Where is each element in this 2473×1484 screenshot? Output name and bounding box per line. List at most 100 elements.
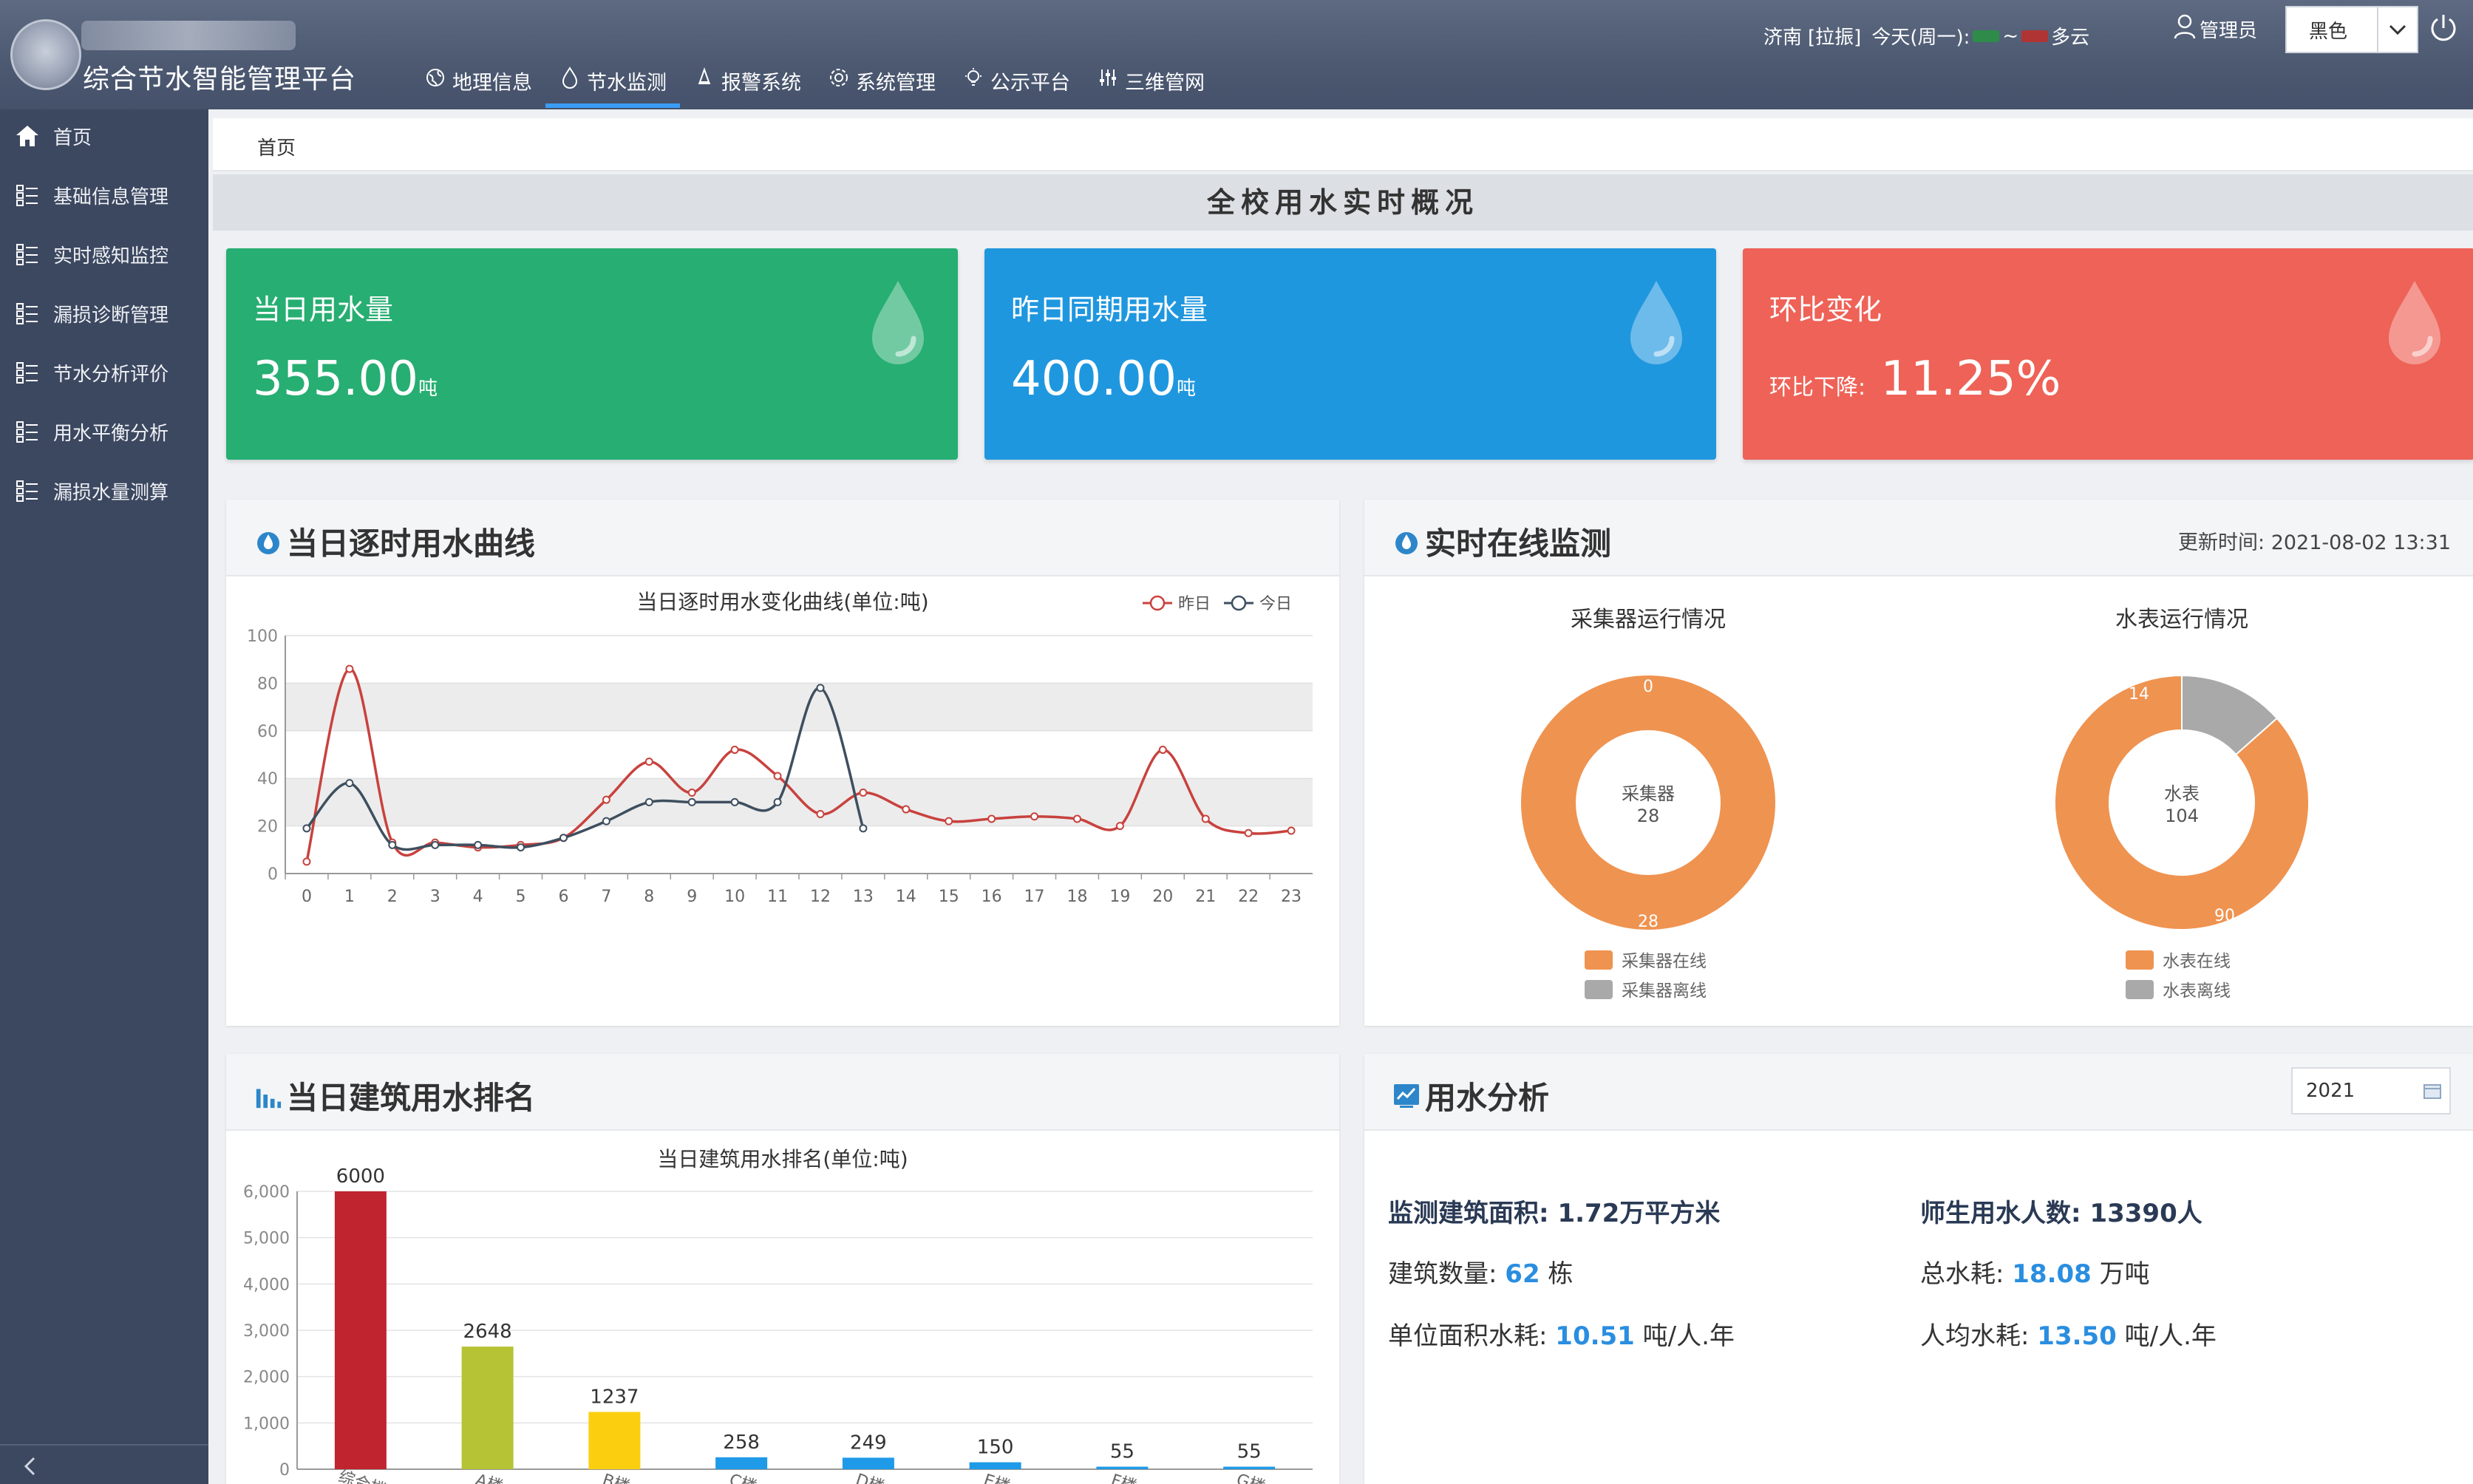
water-drop-icon [254,527,282,556]
breadcrumb-home[interactable]: 首页 [257,133,296,160]
data-point [773,797,782,806]
legend-swatch-offline [1585,980,1613,999]
x-tick-label: A楼 [473,1471,505,1484]
x-tick-label: 6 [558,888,568,906]
stat-people: 师生用水人数: 13390人 [1920,1193,2202,1229]
nav-label: 系统管理 [856,72,936,95]
nav-system[interactable]: 系统管理 [814,62,949,108]
data-point [859,789,868,797]
weather-sep: ~ [2002,24,2019,47]
stat-label: 师生用水人数: [1920,1199,2081,1228]
stat-value: 62 [1505,1259,1540,1289]
weather-aqi: [拉振] [1808,27,1862,49]
nav-3d-pipe[interactable]: 三维管网 [1084,62,1218,108]
kpi-number: 355.00 [253,352,418,406]
bar-value-label: 258 [723,1432,760,1454]
bar [1096,1466,1149,1469]
legend-label: 水表在线 [2163,952,2231,971]
theme-value: 黑色 [2309,20,2348,43]
chart-title: 当日逐时用水变化曲线(单位:吨) [636,590,928,614]
bar [588,1412,641,1469]
data-point [687,797,696,806]
panel-title: 当日逐时用水曲线 [254,519,535,564]
nav-geo-info[interactable]: 地理信息 [411,62,545,108]
power-icon[interactable] [2427,12,2460,44]
data-point [859,824,868,833]
stat-unit: 吨/人.年 [2124,1321,2217,1351]
stat-label: 建筑数量: [1388,1259,1497,1289]
y-tick-label: 6,000 [243,1183,290,1202]
temp-low-blur [1973,30,2000,42]
x-tick-label: 17 [1024,888,1045,906]
x-tick-label: 16 [982,888,1002,906]
x-tick-label: 3 [430,888,440,906]
y-tick-label: 2,000 [243,1369,290,1387]
data-point [1158,746,1167,755]
sidebar-item-realtime[interactable]: 实时感知监控 [0,232,208,276]
stat-unit-area: 单位面积水耗: 10.51 吨/人.年 [1388,1315,1735,1352]
sidebar-footer [0,1444,208,1484]
chevron-left-icon[interactable] [22,1456,38,1480]
stat-label: 监测建筑面积: [1388,1199,1549,1228]
sidebar-item-saving-eval[interactable]: 节水分析评价 [0,350,208,395]
slice-value-online: 90 [2214,907,2235,925]
y-tick-label: 1,000 [243,1415,290,1433]
user-name: 管理员 [2200,20,2258,42]
grid-band [285,778,1313,826]
stat-buildings: 建筑数量: 62 栋 [1388,1253,1573,1290]
nav-public[interactable]: 公示平台 [949,62,1084,108]
y-tick-label: 5,000 [243,1230,290,1248]
data-point [687,789,696,797]
globe-icon [424,67,446,89]
sidebar-item-leak-volume[interactable]: 漏损水量测算 [0,469,208,513]
legend-marker [1149,595,1166,611]
nav-alarm[interactable]: 报警系统 [680,62,814,108]
sidebar-item-basic-info[interactable]: 基础信息管理 [0,173,208,217]
data-point [816,684,825,692]
year-picker[interactable]: 2021 [2291,1067,2451,1114]
x-tick-label: 22 [1238,888,1259,906]
data-point [602,795,610,804]
theme-select[interactable]: 黑色 [2285,6,2418,53]
data-point [773,772,782,780]
data-point [517,843,525,852]
bar [842,1457,894,1469]
water-drop-icon [1623,278,1690,374]
y-tick-label: 0 [279,1461,290,1480]
app-title: 综合节水智能管理平台 [83,64,357,95]
data-point [816,810,825,818]
bar-value-label: 2648 [463,1321,512,1343]
panel-title-text: 当日建筑用水排名 [287,1080,536,1116]
sidebar-item-home[interactable]: 首页 [0,114,208,158]
x-tick-label: 4 [473,888,483,906]
donut-title: 水表运行情况 [2115,607,2248,633]
legend-label: 昨日 [1178,595,1211,613]
building-ranking-bar-chart: 当日建筑用水排名(单位:吨) 0 1,000 2,000 3,000 4,000 5,000… [243,1147,1313,1484]
nav-label: 公示平台 [990,72,1070,95]
sidebar-item-leak-diagnosis[interactable]: 漏损诊断管理 [0,291,208,336]
kpi-change: 环比变化 环比下降: 11.25% [1743,248,2473,460]
breadcrumb: 首页 [213,118,2473,171]
grid-band [285,683,1313,731]
nav-water-monitor[interactable]: 节水监测 [545,62,680,108]
legend-label: 采集器离线 [1622,981,1707,1001]
x-tick-label: G楼 [1234,1471,1268,1484]
gear-icon [828,67,850,89]
x-tick-label: 18 [1067,888,1087,906]
x-tick-label: 2 [387,888,398,906]
legend-label: 今日 [1259,595,1292,613]
device-status-donuts: 采集器运行情况采集器28水表运行情况水表1040281490采集器在线采集器离线… [1521,607,2310,1001]
panel-title: 实时在线监测 [1392,519,1611,564]
stat-total: 总水耗: 18.08 万吨 [1920,1253,2150,1290]
x-tick-label: F楼 [1109,1471,1139,1484]
hourly-line-chart: 0204060801000 1 2 3 4 5 6 7 8 9 10 11 12 13 14 15 16 17 18… [247,590,1313,906]
update-value: 2021-08-02 13:31 [2270,531,2451,554]
user-menu[interactable]: 管理员 [2173,13,2257,45]
sidebar-item-balance[interactable]: 用水平衡分析 [0,409,208,454]
x-tick-label: 10 [724,888,745,906]
sidebar-item-label: 漏损水量测算 [53,481,169,504]
data-point [388,840,397,849]
y-tick-label: 40 [257,770,278,789]
bar-value-label: 55 [1110,1441,1135,1463]
stat-per-capita: 人均水耗: 13.50 吨/人.年 [1920,1315,2217,1352]
